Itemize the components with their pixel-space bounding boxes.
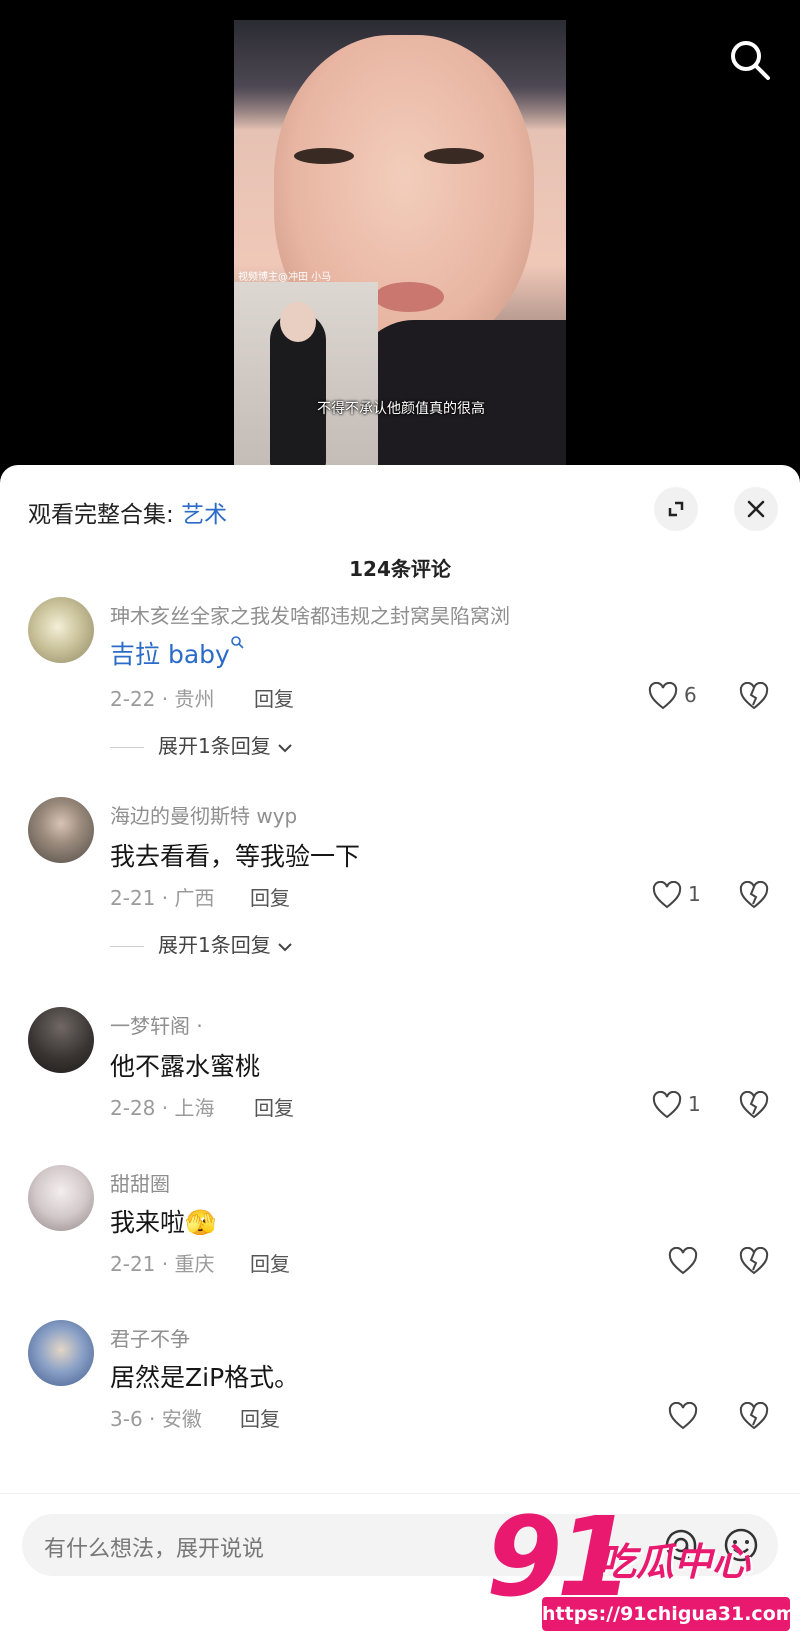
close-sheet-button[interactable] (734, 487, 778, 531)
broken-heart-icon (739, 1401, 769, 1430)
search-button[interactable] (728, 38, 772, 82)
comment-meta: 2-28 · 上海 (110, 1096, 215, 1120)
video-frame[interactable]: 视频博主@冲田 小马 不得不承认他颜值真的很高 (234, 20, 566, 465)
logo-url: https://91chigua31.com (542, 1597, 796, 1631)
expand-replies-label: 展开1条回复 (158, 933, 271, 957)
comment-link-text[interactable]: 吉拉 baby (110, 640, 230, 669)
comment-meta: 2-21 · 重庆 (110, 1252, 215, 1276)
comment-input-placeholder: 有什么想法，展开说说 (44, 1537, 265, 1562)
comment-item: 甜甜圈 我来啦🫣 2-21 · 重庆 回复 (0, 1165, 800, 1295)
comment-meta: 2-21 · 广西 (110, 886, 215, 910)
dislike-button[interactable] (739, 681, 769, 712)
comment-username[interactable]: 海边的曼彻斯特 wyp (110, 800, 297, 829)
comment-text: 我去看看，等我验一下 (110, 842, 361, 871)
dislike-button[interactable] (739, 1401, 769, 1432)
expand-icon (668, 501, 684, 517)
avatar[interactable] (28, 1320, 94, 1386)
dislike-button[interactable] (739, 1090, 769, 1121)
avatar[interactable] (28, 597, 94, 663)
dislike-button[interactable] (739, 880, 769, 911)
like-count: 1 (688, 1092, 701, 1116)
expand-sheet-button[interactable] (654, 487, 698, 531)
heart-icon (668, 1402, 698, 1430)
collection-bar[interactable]: 观看完整合集: 艺术 (28, 495, 227, 529)
video-eye-right (424, 148, 484, 164)
comment-username[interactable]: 一梦轩阁 · (110, 1010, 203, 1039)
expand-replies-button[interactable]: 展开1条回复 (110, 730, 293, 759)
broken-heart-icon (739, 1090, 769, 1119)
comment-meta: 3-6 · 安徽 (110, 1407, 202, 1431)
like-button[interactable]: 6 (648, 680, 708, 712)
avatar[interactable] (28, 1165, 94, 1231)
heart-icon (648, 682, 678, 710)
collection-link[interactable]: 艺术 (181, 502, 227, 528)
comment-username[interactable]: 珅木亥丝全家之我发啥都违规之封窝昊陷窝浏 (110, 600, 510, 629)
comment-text: 他不露水蜜桃 (110, 1052, 261, 1081)
comment-text: 我来啦🫣 (110, 1208, 217, 1237)
logo-name: 吃瓜中心 (598, 1540, 751, 1584)
divider (110, 946, 144, 947)
heart-icon (652, 881, 682, 909)
like-count: 6 (684, 683, 697, 707)
avatar[interactable] (28, 1007, 94, 1073)
expand-replies-button[interactable]: 展开1条回复 (110, 929, 293, 958)
comment-count: 124条评论 (349, 557, 451, 581)
broken-heart-icon (739, 880, 769, 909)
like-button[interactable]: 1 (652, 1089, 712, 1121)
video-watermark-label: 视频博主@冲田 小马 (238, 272, 332, 283)
search-icon (731, 41, 770, 80)
comment-username[interactable]: 甜甜圈 (110, 1168, 170, 1197)
site-watermark-logo: 91 吃瓜中心 https://91chigua31.com (480, 1493, 796, 1640)
comment-item: 珅木亥丝全家之我发啥都违规之封窝昊陷窝浏 吉拉 baby 2-22 · 贵州 回… (0, 595, 800, 770)
like-button[interactable] (668, 1245, 728, 1277)
like-count: 1 (688, 882, 701, 906)
broken-heart-icon (739, 681, 769, 710)
video-shirt (354, 320, 566, 465)
collection-prefix: 观看完整合集: (28, 502, 182, 528)
dislike-button[interactable] (739, 1246, 769, 1277)
reply-button[interactable]: 回复 (250, 1248, 290, 1277)
comment-sheet: 观看完整合集: 艺术 124条评论 珅木亥丝全家之我发啥都违规之封窝昊陷窝浏 吉… (0, 465, 800, 1646)
divider (110, 747, 144, 748)
video-inset (234, 282, 378, 465)
chevron-down-icon (278, 743, 292, 752)
comment-meta: 2-22 · 贵州 (110, 687, 215, 711)
reply-button[interactable]: 回复 (254, 683, 294, 712)
heart-icon (652, 1091, 682, 1119)
comment-item: 一梦轩阁 · 他不露水蜜桃 2-28 · 上海 回复 1 (0, 1007, 800, 1137)
video-mouth (374, 282, 444, 312)
expand-replies-label: 展开1条回复 (158, 734, 271, 758)
reply-button[interactable]: 回复 (240, 1403, 280, 1432)
comment-text[interactable]: 吉拉 baby (110, 635, 244, 671)
comment-text: 居然是ZiP格式。 (110, 1363, 300, 1392)
comment-username[interactable]: 君子不争 (110, 1323, 190, 1352)
reply-button[interactable]: 回复 (250, 882, 290, 911)
heart-icon (668, 1247, 698, 1275)
avatar[interactable] (28, 797, 94, 863)
inset-person-head (280, 302, 316, 342)
video-player[interactable]: 视频博主@冲田 小马 不得不承认他颜值真的很高 (0, 0, 800, 475)
search-link-icon (231, 636, 244, 649)
close-icon (747, 500, 765, 518)
comment-item: 君子不争 居然是ZiP格式。 3-6 · 安徽 回复 (0, 1320, 800, 1450)
like-button[interactable] (668, 1400, 728, 1432)
reply-button[interactable]: 回复 (254, 1092, 294, 1121)
like-button[interactable]: 1 (652, 879, 712, 911)
comment-item: 海边的曼彻斯特 wyp 我去看看，等我验一下 2-21 · 广西 回复 1 展开… (0, 797, 800, 972)
video-eye-left (294, 148, 354, 164)
broken-heart-icon (739, 1246, 769, 1275)
video-subtitle: 不得不承认他颜值真的很高 (317, 401, 485, 417)
chevron-down-icon (278, 942, 292, 951)
